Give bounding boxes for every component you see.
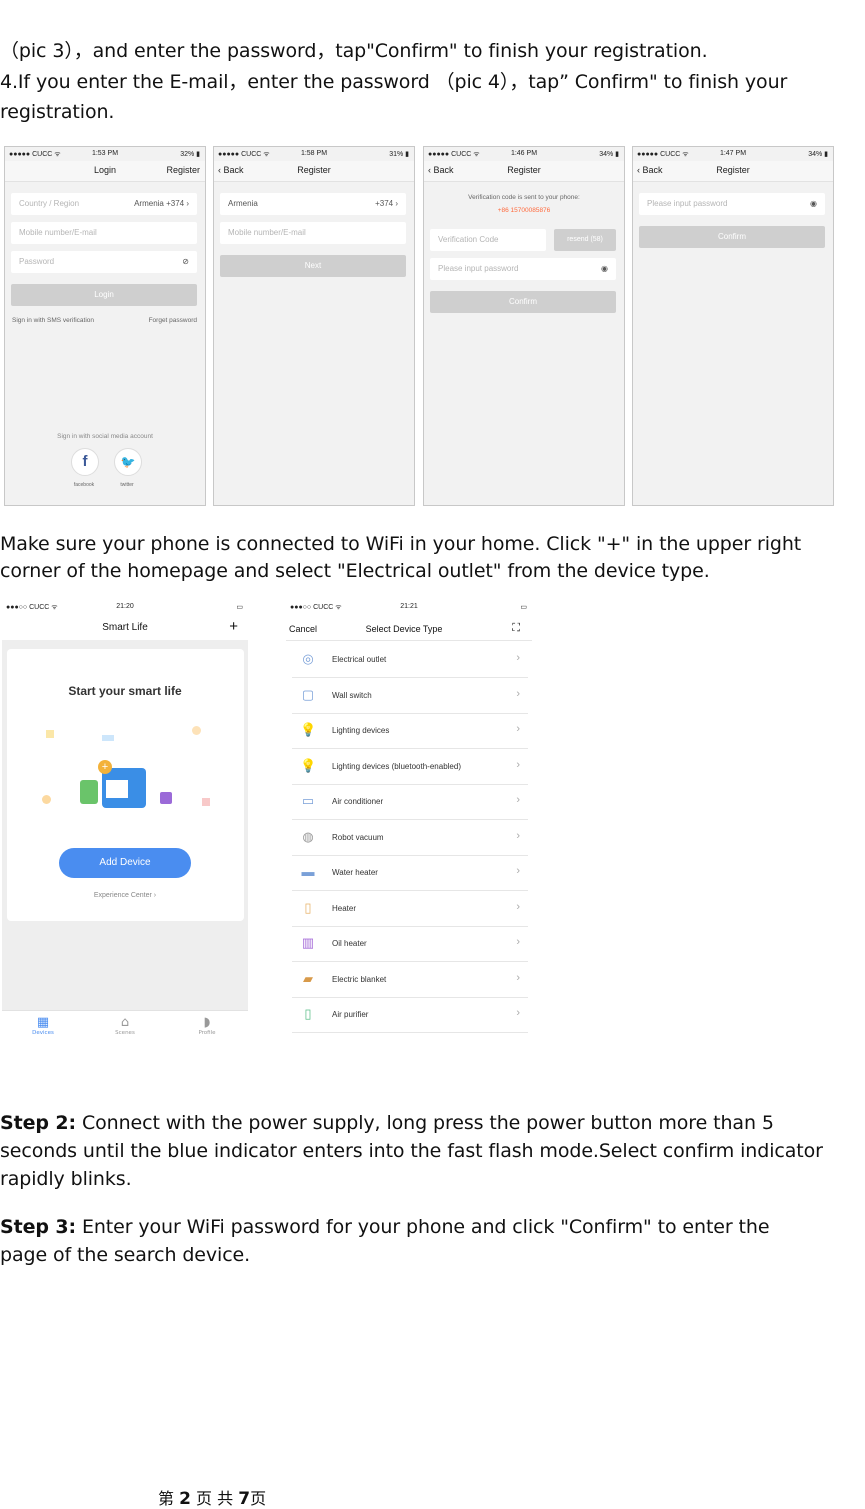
list-item-air-purifier[interactable]: ▯ Air purifier › bbox=[292, 997, 528, 1033]
register-link[interactable]: Register bbox=[166, 165, 200, 175]
facebook-icon[interactable]: f bbox=[71, 448, 99, 476]
oil-heater-icon: ▥ bbox=[301, 935, 315, 950]
water-heater-icon: ▬ bbox=[301, 864, 315, 879]
confirm-button[interactable]: Confirm bbox=[639, 226, 825, 248]
screenshot-verification: ●●●●● CUCC ᯤ 1:46 PM 34% ▮ ‹ Back Register … bbox=[423, 146, 625, 506]
text-line-email: 4.If you enter the E-mail，enter the pass… bbox=[0, 71, 788, 93]
bulb-icon: 💡 bbox=[300, 758, 317, 773]
status-time: 21:21 bbox=[400, 603, 418, 610]
confirm-button[interactable]: Confirm bbox=[430, 291, 616, 313]
home-icon: ⌂ bbox=[120, 1015, 130, 1030]
nav-title: Register bbox=[716, 165, 750, 175]
select-device-title: Select Device Type bbox=[365, 624, 443, 634]
verification-message: Verification code is sent to your phone: bbox=[468, 194, 580, 201]
vacuum-icon: ◍ bbox=[302, 829, 314, 844]
status-battery: 34% ▮ bbox=[808, 151, 828, 158]
country-field[interactable]: Country / Region Armenia +374 › bbox=[11, 193, 197, 215]
facebook-label: facebook bbox=[73, 482, 95, 488]
headline: Start your smart life bbox=[68, 684, 182, 698]
list-item-lighting[interactable]: 💡 Lighting devices › bbox=[292, 713, 528, 749]
password-field[interactable]: Password ⊘ bbox=[11, 251, 197, 273]
status-time: 1:47 PM bbox=[719, 150, 747, 157]
list-item-water-heater[interactable]: ▬ Water heater › bbox=[292, 855, 528, 891]
status-time: 1:58 PM bbox=[300, 150, 328, 157]
list-item-robot-vacuum[interactable]: ◍ Robot vacuum › bbox=[292, 820, 528, 856]
list-item-electric-blanket[interactable]: ▰ Electric blanket › bbox=[292, 962, 528, 998]
total-pages: 7 bbox=[238, 1489, 251, 1509]
tab-devices[interactable]: ▦ Devices bbox=[18, 1015, 68, 1036]
text-line-wifi: Make sure your phone is connected to WiF… bbox=[0, 533, 802, 555]
eye-icon[interactable]: ◉ bbox=[601, 264, 608, 273]
mobile-field[interactable]: Mobile number/E-mail bbox=[11, 222, 197, 244]
tab-profile[interactable]: ◗ Profile bbox=[182, 1015, 232, 1036]
list-item-air-conditioner[interactable]: ▭ Air conditioner › bbox=[292, 784, 528, 820]
forgot-link[interactable]: Forget password bbox=[149, 317, 197, 324]
phone-number: +86 15700085876 bbox=[497, 207, 551, 214]
twitter-label: twitter bbox=[120, 482, 134, 488]
page-number: 2 bbox=[179, 1489, 191, 1509]
add-device-button[interactable]: Add Device bbox=[59, 848, 191, 878]
status-time: 1:46 PM bbox=[510, 150, 538, 157]
step2-line3: rapidly blinks. bbox=[0, 1168, 132, 1190]
status-time: 21:20 bbox=[116, 603, 134, 610]
ac-icon: ▭ bbox=[301, 793, 315, 808]
list-item-lighting-bluetooth[interactable]: 💡 Lighting devices (bluetooth-enabled) › bbox=[292, 749, 528, 785]
status-battery: 31% ▮ bbox=[389, 151, 409, 158]
screenshot-login: ●●●●● CUCC ᯤ 1:53 PM 32% ▮ Login Register C… bbox=[4, 146, 206, 506]
step2-line1: Step 2: Connect with the power supply, l… bbox=[0, 1112, 774, 1134]
app-title: Smart Life bbox=[102, 622, 148, 633]
nav-title: Register bbox=[297, 165, 331, 175]
text-line-select: corner of the homepage and select "Elect… bbox=[0, 560, 710, 582]
step2-line2: seconds until the blue indicator enters … bbox=[0, 1140, 823, 1162]
sms-link[interactable]: Sign in with SMS verification bbox=[12, 317, 94, 324]
status-time: 1:53 PM bbox=[91, 150, 119, 157]
page-footer: 第 2 页 共 7页 bbox=[158, 1489, 267, 1509]
step3-label: Step 3: bbox=[0, 1216, 76, 1238]
text-line-pic3: （pic 3），and enter the password，tap"Confi… bbox=[0, 40, 708, 62]
screenshot-register-mobile: ●●●●● CUCC ᯤ 1:58 PM 31% ▮ ‹ Back Register … bbox=[213, 146, 415, 506]
list-item-electrical-outlet[interactable]: ◎ Electrical outlet › bbox=[292, 642, 528, 678]
grid-icon: ▦ bbox=[36, 1015, 50, 1030]
profile-icon: ◗ bbox=[203, 1015, 211, 1030]
step3-line2: page of the search device. bbox=[0, 1244, 251, 1266]
screenshot-select-device-type: ●●●○○ CUCC ᯤ 21:21 ▭ Cancel Select Device … bbox=[286, 600, 532, 1040]
status-battery: ▭ bbox=[520, 604, 527, 611]
resend-button[interactable]: resend (58) bbox=[554, 229, 616, 251]
status-battery: 32% ▮ bbox=[180, 151, 200, 158]
twitter-icon[interactable]: 🐦 bbox=[114, 448, 142, 476]
outlet-icon: ◎ bbox=[302, 651, 314, 666]
status-battery: ▭ bbox=[236, 604, 243, 611]
purifier-icon: ▯ bbox=[304, 1006, 312, 1021]
bulb-icon: 💡 bbox=[300, 722, 317, 737]
tab-scenes[interactable]: ⌂ Scenes bbox=[100, 1015, 150, 1036]
mobile-field[interactable]: Mobile number/E-mail bbox=[220, 222, 406, 244]
screenshot-password: ●●●●● CUCC ᯤ 1:47 PM 34% ▮ ‹ Back Register … bbox=[632, 146, 834, 506]
heater-icon: ▯ bbox=[304, 900, 312, 915]
list-item-wall-switch[interactable]: ▢ Wall switch › bbox=[292, 678, 528, 714]
nav-title: Register bbox=[507, 165, 541, 175]
step3-line1: Step 3: Enter your WiFi password for you… bbox=[0, 1216, 770, 1238]
switch-icon: ▢ bbox=[301, 687, 315, 702]
password-field[interactable]: Please input password ◉ bbox=[639, 193, 825, 215]
add-plus-button[interactable]: + bbox=[229, 618, 238, 635]
list-item-heater[interactable]: ▯ Heater › bbox=[292, 891, 528, 927]
country-field[interactable]: Armenia +374 › bbox=[220, 193, 406, 215]
verification-code-field[interactable]: Verification Code bbox=[430, 229, 546, 251]
step2-label: Step 2: bbox=[0, 1112, 76, 1134]
login-button[interactable]: Login bbox=[11, 284, 197, 306]
password-field[interactable]: Please input password ◉ bbox=[430, 258, 616, 280]
social-label: Sign in with social media account bbox=[57, 433, 153, 440]
list-item-oil-heater[interactable]: ▥ Oil heater › bbox=[292, 926, 528, 962]
text-line-registration: registration. bbox=[0, 101, 115, 123]
status-battery: 34% ▮ bbox=[599, 151, 619, 158]
eye-off-icon[interactable]: ⊘ bbox=[182, 257, 189, 266]
eye-icon[interactable]: ◉ bbox=[810, 199, 817, 208]
devices-illustration: + bbox=[80, 760, 172, 810]
next-button[interactable]: Next bbox=[220, 255, 406, 277]
blanket-icon: ▰ bbox=[303, 971, 313, 986]
screenshot-smart-life: ●●●○○ CUCC ᯤ 21:20 ▭ Smart Life + Start yo… bbox=[2, 600, 248, 1041]
scan-icon[interactable]: ⛶ bbox=[512, 622, 520, 635]
experience-center-link[interactable]: Experience Center › bbox=[2, 892, 248, 899]
